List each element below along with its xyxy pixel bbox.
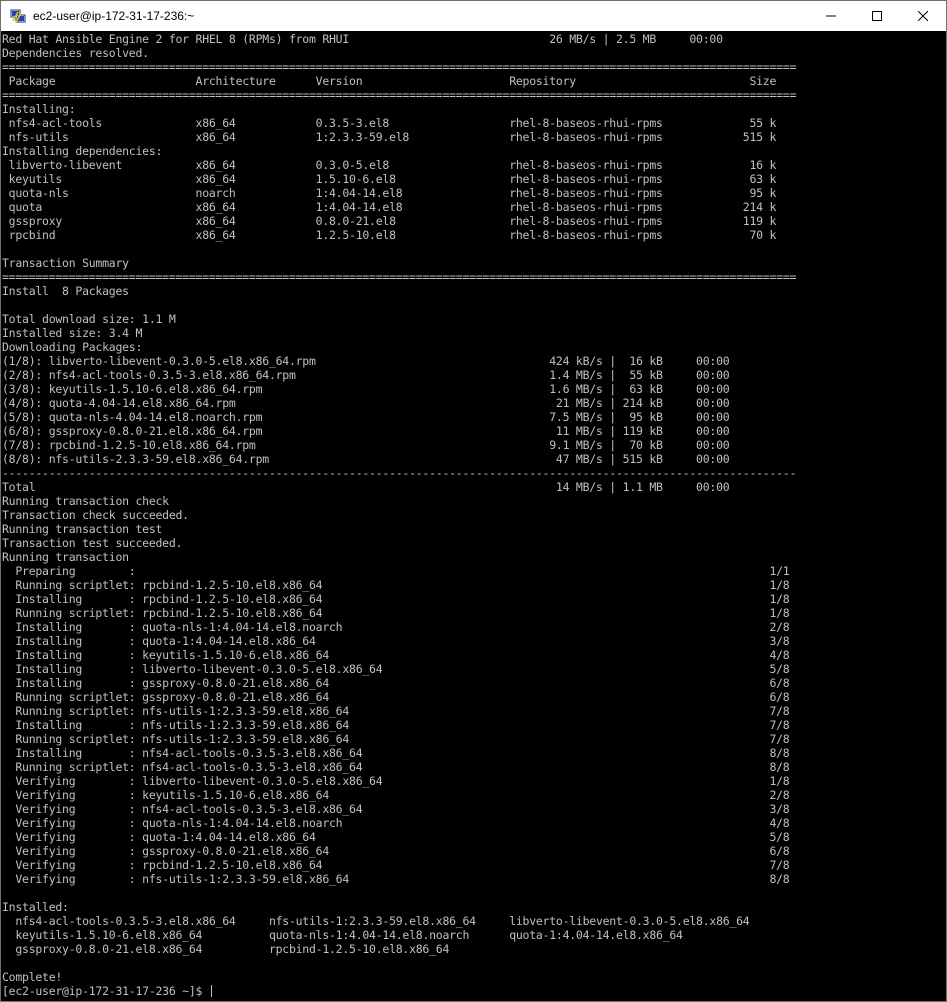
terminal-line: Transaction check succeeded. bbox=[2, 508, 189, 522]
terminal-line: Running scriptlet: rpcbind-1.2.5-10.el8.… bbox=[2, 606, 790, 620]
terminal-line: Running transaction bbox=[2, 550, 129, 564]
terminal-line: Installing : rpcbind-1.2.5-10.el8.x86_64… bbox=[2, 592, 790, 606]
terminal-line: Running scriptlet: nfs-utils-1:2.3.3-59.… bbox=[2, 704, 790, 718]
terminal-line: quota x86_64 1:4.04-14.el8 rhel-8-baseos… bbox=[2, 200, 777, 214]
terminal-line: Install 8 Packages bbox=[2, 284, 129, 298]
terminal-line: Installing : keyutils-1.5.10-6.el8.x86_6… bbox=[2, 648, 790, 662]
terminal-line: keyutils x86_64 1.5.10-6.el8 rhel-8-base… bbox=[2, 172, 777, 186]
terminal-line: (6/8): gssproxy-0.8.0-21.el8.x86_64.rpm … bbox=[2, 424, 730, 438]
terminal-line: Installing : quota-1:4.04-14.el8.x86_64 … bbox=[2, 634, 790, 648]
close-button[interactable] bbox=[900, 1, 946, 31]
terminal-line: Preparing : 1/1 bbox=[2, 564, 790, 578]
terminal-line: (4/8): quota-4.04-14.el8.x86_64.rpm 21 M… bbox=[2, 396, 730, 410]
terminal-line: Transaction test succeeded. bbox=[2, 536, 183, 550]
terminal-line: (7/8): rpcbind-1.2.5-10.el8.x86_64.rpm 9… bbox=[2, 438, 730, 452]
terminal-line: Total 14 MB/s | 1.1 MB 00:00 bbox=[2, 480, 730, 494]
terminal-line: Installing : libverto-libevent-0.3.0-5.e… bbox=[2, 662, 790, 676]
terminal-line: Downloading Packages: bbox=[2, 340, 143, 354]
terminal-line: nfs-utils x86_64 1:2.3.3-59.el8 rhel-8-b… bbox=[2, 130, 777, 144]
terminal-line: Verifying : gssproxy-0.8.0-21.el8.x86_64… bbox=[2, 844, 790, 858]
prompt-line[interactable]: [ec2-user@ip-172-31-17-236 ~]$ bbox=[2, 984, 946, 998]
shell-prompt: [ec2-user@ip-172-31-17-236 ~]$ bbox=[2, 984, 209, 998]
terminal-line: (1/8): libverto-libevent-0.3.0-5.el8.x86… bbox=[2, 354, 730, 368]
terminal-line: quota-nls noarch 1:4.04-14.el8 rhel-8-ba… bbox=[2, 186, 777, 200]
terminal-line: Running scriptlet: nfs4-acl-tools-0.3.5-… bbox=[2, 760, 790, 774]
terminal-line: (2/8): nfs4-acl-tools-0.3.5-3.el8.x86_64… bbox=[2, 368, 730, 382]
terminal-line: Running scriptlet: nfs-utils-1:2.3.3-59.… bbox=[2, 732, 790, 746]
terminal-line: Red Hat Ansible Engine 2 for RHEL 8 (RPM… bbox=[2, 32, 723, 46]
terminal-line: Installing : quota-nls-1:4.04-14.el8.noa… bbox=[2, 620, 790, 634]
minimize-button[interactable] bbox=[808, 1, 854, 31]
terminal-line: Verifying : keyutils-1.5.10-6.el8.x86_64… bbox=[2, 788, 790, 802]
terminal-line: Running transaction test bbox=[2, 522, 163, 536]
terminal-line: Running scriptlet: rpcbind-1.2.5-10.el8.… bbox=[2, 578, 790, 592]
terminal-output[interactable]: Red Hat Ansible Engine 2 for RHEL 8 (RPM… bbox=[2, 32, 946, 1000]
terminal-line: gssproxy-0.8.0-21.el8.x86_64 rpcbind-1.2… bbox=[2, 942, 450, 956]
terminal-line: nfs4-acl-tools x86_64 0.3.5-3.el8 rhel-8… bbox=[2, 116, 777, 130]
terminal-line: Installing dependencies: bbox=[2, 144, 163, 158]
terminal-window: ec2-user@ip-172-31-17-236:~ Red Hat Ansi… bbox=[0, 0, 947, 1002]
putty-terminal-icon[interactable] bbox=[10, 8, 26, 24]
terminal-line: Transaction Summary bbox=[2, 256, 129, 270]
minimize-icon bbox=[826, 15, 836, 17]
terminal-line: (8/8): nfs-utils-2.3.3-59.el8.x86_64.rpm… bbox=[2, 452, 730, 466]
terminal-line: gssproxy x86_64 0.8.0-21.el8 rhel-8-base… bbox=[2, 214, 777, 228]
terminal-line: Running scriptlet: gssproxy-0.8.0-21.el8… bbox=[2, 690, 790, 704]
terminal-line: libverto-libevent x86_64 0.3.0-5.el8 rhe… bbox=[2, 158, 777, 172]
terminal-line: rpcbind x86_64 1.2.5-10.el8 rhel-8-baseo… bbox=[2, 228, 777, 242]
terminal-lines: Red Hat Ansible Engine 2 for RHEL 8 (RPM… bbox=[2, 32, 946, 984]
terminal-line: ----------------------------------------… bbox=[2, 466, 797, 480]
terminal-line: ========================================… bbox=[2, 88, 797, 102]
terminal-line: ========================================… bbox=[2, 60, 797, 74]
terminal-line: (3/8): keyutils-1.5.10-6.el8.x86_64.rpm … bbox=[2, 382, 730, 396]
terminal-line: Installing : nfs-utils-1:2.3.3-59.el8.x8… bbox=[2, 718, 790, 732]
maximize-button[interactable] bbox=[854, 1, 900, 31]
terminal-line: Dependencies resolved. bbox=[2, 46, 149, 60]
title-bar[interactable]: ec2-user@ip-172-31-17-236:~ bbox=[1, 1, 946, 31]
terminal-line: Installed size: 3.4 M bbox=[2, 326, 143, 340]
terminal-line: Verifying : nfs-utils-1:2.3.3-59.el8.x86… bbox=[2, 872, 790, 886]
terminal-line: Installing : nfs4-acl-tools-0.3.5-3.el8.… bbox=[2, 746, 790, 760]
terminal-line: Verifying : quota-1:4.04-14.el8.x86_64 5… bbox=[2, 830, 790, 844]
terminal-line: Installing : gssproxy-0.8.0-21.el8.x86_6… bbox=[2, 676, 790, 690]
terminal-line: keyutils-1.5.10-6.el8.x86_64 quota-nls-1… bbox=[2, 928, 683, 942]
terminal-line: Installing: bbox=[2, 102, 76, 116]
terminal-line: nfs4-acl-tools-0.3.5-3.el8.x86_64 nfs-ut… bbox=[2, 914, 750, 928]
terminal-line: (5/8): quota-nls-4.04-14.el8.noarch.rpm … bbox=[2, 410, 730, 424]
terminal-line: Total download size: 1.1 M bbox=[2, 312, 176, 326]
terminal-line: Verifying : quota-nls-1:4.04-14.el8.noar… bbox=[2, 816, 790, 830]
terminal-line: Running transaction check bbox=[2, 494, 169, 508]
terminal-line: Verifying : libverto-libevent-0.3.0-5.el… bbox=[2, 774, 790, 788]
terminal-line: Complete! bbox=[2, 970, 63, 984]
text-cursor bbox=[210, 985, 212, 997]
close-icon bbox=[918, 11, 928, 21]
terminal-line: Verifying : nfs4-acl-tools-0.3.5-3.el8.x… bbox=[2, 802, 790, 816]
terminal-line: ========================================… bbox=[2, 270, 797, 284]
window-title: ec2-user@ip-172-31-17-236:~ bbox=[33, 9, 195, 23]
maximize-icon bbox=[872, 11, 882, 21]
terminal-line: Installed: bbox=[2, 900, 69, 914]
terminal-line: Verifying : rpcbind-1.2.5-10.el8.x86_64 … bbox=[2, 858, 790, 872]
terminal-line: Package Architecture Version Repository … bbox=[2, 74, 777, 88]
